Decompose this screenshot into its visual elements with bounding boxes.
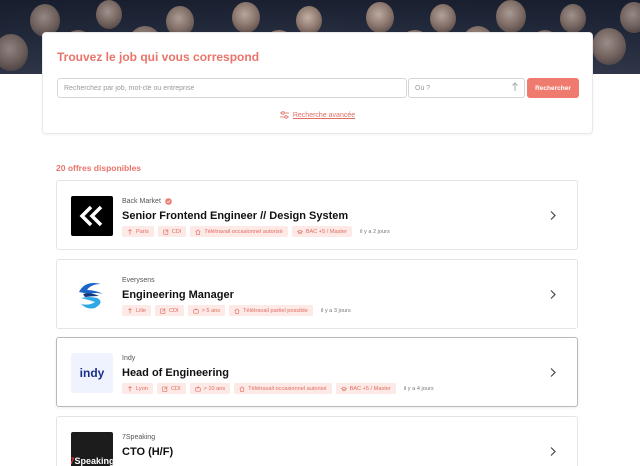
filter-sliders-icon: [279, 111, 289, 119]
job-tag: BAC +5 / Master: [335, 383, 396, 394]
job-tag: > 10 ans: [189, 383, 231, 394]
job-tag: Paris: [122, 226, 154, 237]
job-tags: Lyon CDI > 10 ans Télétravail occasionnel a…: [122, 383, 434, 394]
search-title: Trouvez le job qui vous correspond: [57, 50, 260, 64]
job-tag: BAC +5 / Master: [291, 226, 352, 237]
job-tag-label: CDI: [170, 385, 181, 392]
job-tag: Télétravail occasionnel autorisé: [190, 226, 288, 237]
advanced-search-link[interactable]: Recherche avancée: [279, 111, 356, 119]
job-title[interactable]: Head of Engineering: [122, 367, 229, 379]
job-tag-label: > 10 ans: [203, 385, 226, 392]
search-card: Trouvez le job qui vous correspond Reche…: [42, 32, 593, 134]
job-tag: CDI: [156, 383, 186, 394]
job-tags: Paris CDI Télétravail occasionnel autorisé…: [122, 226, 390, 237]
job-tag-label: Télétravail partiel possible: [243, 307, 308, 314]
contract-icon: [163, 229, 169, 235]
search-input[interactable]: [57, 78, 407, 98]
job-tag: > 5 ans: [187, 305, 226, 316]
job-tags: Lille CDI > 5 ans Télétravail partiel possi…: [122, 305, 351, 316]
posted-date: il y a 2 jours: [359, 228, 390, 235]
contract-icon: [162, 386, 168, 392]
7speaking-logo-text: 7Speaking: [71, 456, 113, 466]
job-tag: CDI: [157, 226, 187, 237]
chevron-right-icon[interactable]: [549, 210, 557, 221]
home-icon: [195, 228, 201, 235]
advanced-search-label: Recherche avancée: [292, 111, 356, 119]
verified-badge-icon: [165, 198, 172, 205]
job-card[interactable]: Everysens Engineering Manager Lille CDI > 5 …: [56, 259, 578, 329]
job-tag-label: Lille: [136, 307, 146, 314]
location-pin-icon: [128, 385, 132, 391]
job-card[interactable]: indy Indy Head of Engineering Lyon CDI > 10 a…: [56, 337, 578, 407]
location-pin-icon: [512, 82, 518, 91]
home-icon: [239, 385, 245, 392]
company-label: Everysens: [122, 277, 155, 284]
graduation-cap-icon: [296, 229, 303, 234]
advanced-search: Recherche avancée: [43, 111, 592, 121]
job-tag: Lyon: [122, 383, 153, 394]
location-pin-icon: [128, 228, 132, 234]
job-card[interactable]: 7Speaking 7Speaking CTO (H/F): [56, 416, 578, 466]
job-tag-label: Télétravail occasionnel autorisé: [204, 228, 283, 235]
chevron-right-icon[interactable]: [549, 446, 557, 457]
job-tag-label: BAC +5 / Master: [305, 228, 347, 235]
company-name: Indy: [122, 355, 135, 362]
chevron-right-icon[interactable]: [549, 289, 557, 300]
posted-date: il y a 3 jours: [320, 307, 351, 314]
briefcase-icon: [192, 308, 199, 314]
job-card[interactable]: Back Market Senior Frontend Engineer // D…: [56, 180, 578, 250]
company-name: Everysens: [122, 277, 155, 284]
indy-logo-text: indy: [79, 366, 105, 380]
company-name: Back Market: [122, 198, 172, 205]
job-tag: CDI: [154, 305, 184, 316]
company-label: 7Speaking: [122, 434, 156, 441]
job-title[interactable]: Senior Frontend Engineer // Design Syste…: [122, 210, 348, 222]
job-tag: Télétravail partiel possible: [229, 305, 313, 316]
search-button[interactable]: Rechercher: [527, 78, 579, 98]
job-tag-label: Télétravail occasionnel autorisé: [248, 385, 327, 392]
results-count: 20 offres disponibles: [56, 163, 142, 173]
chevron-right-icon[interactable]: [549, 367, 557, 378]
job-tag-label: Lyon: [136, 385, 148, 392]
job-tag-label: > 5 ans: [201, 307, 221, 314]
job-title[interactable]: CTO (H/F): [122, 446, 173, 458]
graduation-cap-icon: [340, 386, 347, 391]
indy-logo: indy: [71, 353, 113, 393]
posted-date: il y a 4 jours: [403, 385, 434, 392]
job-tag: Lille: [122, 305, 151, 316]
company-name: 7Speaking: [122, 434, 155, 441]
briefcase-icon: [194, 386, 201, 392]
job-title[interactable]: Engineering Manager: [122, 289, 234, 301]
job-tag-label: BAC +5 / Master: [349, 385, 391, 392]
home-icon: [234, 307, 240, 314]
job-tag: Télétravail occasionnel autorisé: [234, 383, 332, 394]
job-tag-label: CDI: [171, 228, 182, 235]
contract-icon: [160, 308, 166, 314]
location-field[interactable]: [408, 78, 525, 98]
company-label: Indy: [122, 355, 136, 362]
everysens-logo: [71, 275, 113, 315]
location-input[interactable]: [409, 79, 509, 97]
job-tag-label: CDI: [168, 307, 179, 314]
company-label: Back Market: [122, 198, 161, 205]
job-tag-label: Paris: [136, 228, 149, 235]
back-market-logo: [71, 196, 113, 236]
location-pin-icon: [128, 307, 132, 313]
7speaking-logo: 7Speaking: [71, 432, 113, 466]
